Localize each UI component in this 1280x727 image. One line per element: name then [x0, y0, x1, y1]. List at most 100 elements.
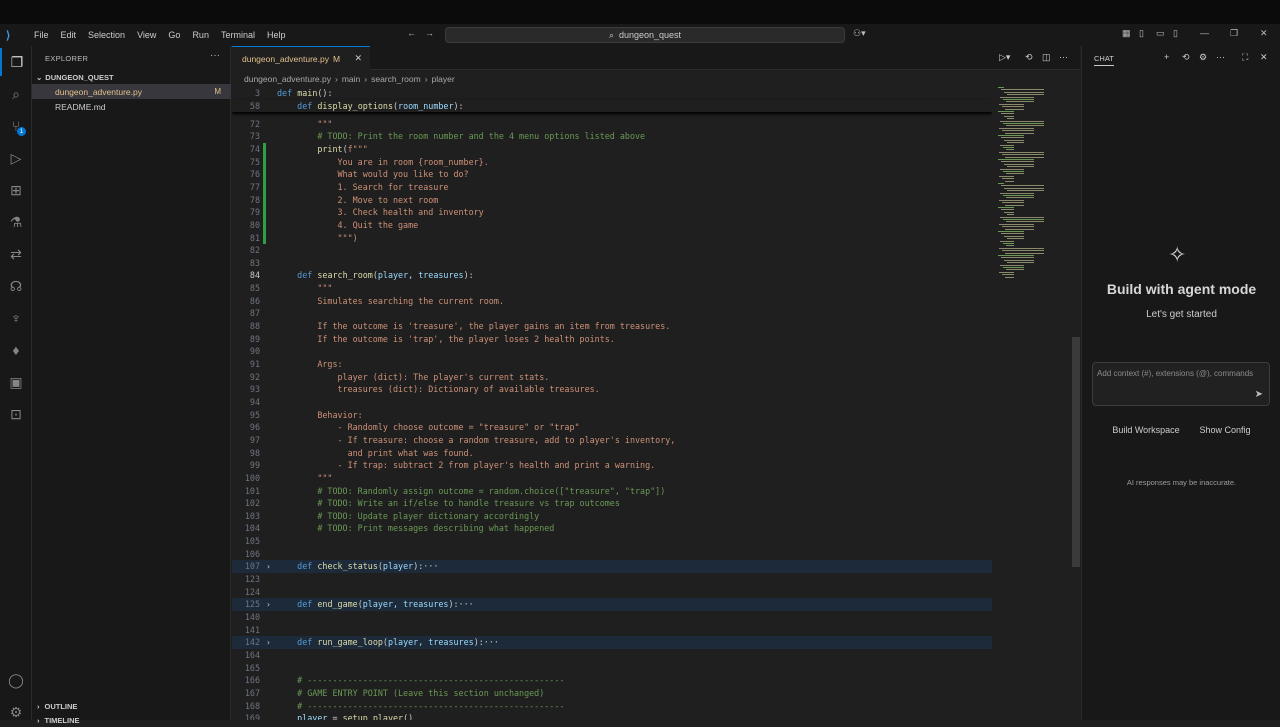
- code-line[interactable]: 87: [232, 307, 992, 320]
- code-line[interactable]: 78 2. Move to next room: [232, 193, 992, 206]
- toggle-sidebar-icon[interactable]: ▯: [1139, 28, 1144, 39]
- sticky-scroll-line[interactable]: 3 def main():: [232, 87, 992, 100]
- scrollbar-thumb[interactable]: [1072, 337, 1080, 567]
- code-line[interactable]: 168 # ----------------------------------…: [232, 699, 992, 712]
- search-activity-icon[interactable]: ⌕: [0, 80, 32, 108]
- code-line[interactable]: 76 What would you like to do?: [232, 167, 992, 181]
- extensions-icon[interactable]: ⊞: [0, 176, 32, 204]
- chat-input[interactable]: [1097, 369, 1267, 378]
- code-line[interactable]: 104 # TODO: Print messages describing wh…: [232, 522, 992, 535]
- sticky-scroll-line[interactable]: 58 def display_options(room_number):: [232, 99, 992, 113]
- code-line[interactable]: 103 # TODO: Update player dictionary acc…: [232, 510, 992, 523]
- command-center-search[interactable]: ⌕ dungeon_quest: [445, 27, 845, 43]
- customize-layout-icon[interactable]: ▦: [1122, 28, 1131, 39]
- code-line[interactable]: 74 print(f""": [232, 142, 992, 156]
- code-line[interactable]: 84 def search_room(player, treasures):: [232, 269, 992, 282]
- build-workspace-button[interactable]: Build Workspace: [1106, 422, 1186, 438]
- run-debug-icon[interactable]: ▷: [0, 144, 32, 172]
- maximize-icon[interactable]: ⛶: [1242, 52, 1248, 63]
- file-row-dungeon-adventure[interactable]: dungeon_adventure.py M: [32, 84, 231, 99]
- forward-arrow-icon[interactable]: →: [425, 28, 434, 38]
- testing-icon[interactable]: ⚗: [0, 208, 32, 236]
- fold-chevron-icon[interactable]: ›: [266, 562, 271, 571]
- code-line[interactable]: 142 › def run_game_loop(player, treasures…: [232, 636, 992, 649]
- tab-dungeon-adventure[interactable]: dungeon_adventure.py M ✕: [232, 46, 370, 70]
- breadcrumb-search-room[interactable]: search_room: [371, 74, 421, 84]
- code-line[interactable]: 90: [232, 345, 992, 358]
- code-line[interactable]: 72 """: [232, 117, 992, 130]
- code-line[interactable]: 123: [232, 573, 992, 586]
- menu-selection[interactable]: Selection: [82, 30, 131, 40]
- account-icon[interactable]: ◯: [0, 666, 32, 694]
- menu-help[interactable]: Help: [261, 30, 292, 40]
- python-icon[interactable]: ♆: [0, 304, 32, 332]
- code-line[interactable]: 91 Args:: [232, 358, 992, 371]
- code-line[interactable]: 80 4. Quit the game: [232, 218, 992, 232]
- code-line[interactable]: 95 Behavior:: [232, 408, 992, 421]
- vertical-scrollbar[interactable]: [1072, 87, 1080, 720]
- chat-input-box[interactable]: ➤: [1092, 362, 1270, 406]
- split-editor-icon[interactable]: ◫: [1042, 52, 1051, 63]
- code-line[interactable]: 165: [232, 661, 992, 674]
- chat-settings-icon[interactable]: ⚙: [1199, 52, 1207, 63]
- timeline-section[interactable]: › TIMELINE: [32, 713, 231, 727]
- show-config-button[interactable]: Show Config: [1194, 422, 1256, 438]
- compare-icon[interactable]: ⟲: [1025, 52, 1033, 63]
- code-line[interactable]: 124: [232, 585, 992, 598]
- code-line[interactable]: 81 """): [232, 231, 992, 244]
- code-line[interactable]: 169 player = setup_player(): [232, 712, 992, 720]
- code-line[interactable]: 92 player (dict): The player's current s…: [232, 370, 992, 383]
- toggle-panel-icon[interactable]: ▭: [1156, 28, 1165, 39]
- close-chat-icon[interactable]: ✕: [1260, 52, 1268, 63]
- code-line[interactable]: 101 # TODO: Randomly assign outcome = ra…: [232, 484, 992, 497]
- minimap[interactable]: [994, 87, 1070, 720]
- send-icon[interactable]: ➤: [1255, 389, 1263, 400]
- code-line[interactable]: 89 If the outcome is 'trap', the player …: [232, 332, 992, 345]
- code-line[interactable]: 164: [232, 649, 992, 662]
- code-line[interactable]: 73 # TODO: Print the room number and the…: [232, 130, 992, 143]
- menu-go[interactable]: Go: [162, 30, 186, 40]
- breadcrumb-main[interactable]: main: [342, 74, 360, 84]
- code-line[interactable]: 88 If the outcome is 'treasure', the pla…: [232, 320, 992, 333]
- mongodb-leaf-icon[interactable]: ♦: [0, 336, 32, 364]
- explorer-icon[interactable]: ❐: [0, 48, 32, 76]
- code-line[interactable]: 79 3. Check health and inventory: [232, 205, 992, 219]
- code-area[interactable]: 3 def main(): 58 def display_options(room_…: [232, 87, 992, 720]
- outline-section[interactable]: › OUTLINE: [32, 699, 231, 713]
- code-line[interactable]: 125 › def end_game(player, treasures):···: [232, 598, 992, 611]
- code-line[interactable]: 99 - If trap: subtract 2 from player's h…: [232, 459, 992, 472]
- copilot-icon[interactable]: ⚇▾: [853, 28, 866, 39]
- code-line[interactable]: 141: [232, 623, 992, 636]
- fold-chevron-icon[interactable]: ›: [266, 600, 271, 609]
- history-icon[interactable]: ⟲: [1182, 52, 1190, 63]
- code-line[interactable]: 102 # TODO: Write an if/else to handle t…: [232, 497, 992, 510]
- code-line[interactable]: 166 # ----------------------------------…: [232, 674, 992, 687]
- close-tab-icon[interactable]: ✕: [354, 53, 362, 64]
- code-line[interactable]: 75 You are in room {room_number}.: [232, 155, 992, 168]
- github-copilot-icon[interactable]: ☊: [0, 272, 32, 300]
- code-line[interactable]: 96 - Randomly choose outcome = "treasure…: [232, 421, 992, 434]
- code-line[interactable]: 100 """: [232, 472, 992, 485]
- menu-edit[interactable]: Edit: [55, 30, 83, 40]
- code-line[interactable]: 140: [232, 611, 992, 624]
- code-line[interactable]: 93 treasures (dict): Dictionary of avail…: [232, 383, 992, 396]
- menu-run[interactable]: Run: [186, 30, 215, 40]
- code-line[interactable]: 85 """: [232, 282, 992, 295]
- data-wrangler-icon[interactable]: ▣: [0, 368, 32, 396]
- close-window-icon[interactable]: ✕: [1260, 28, 1268, 39]
- toggle-secondary-sidebar-icon[interactable]: ▯: [1173, 28, 1178, 39]
- breadcrumb-player[interactable]: player: [432, 74, 455, 84]
- code-line[interactable]: 98 and print what was found.: [232, 446, 992, 459]
- back-arrow-icon[interactable]: ←: [407, 28, 416, 38]
- code-line[interactable]: 86 Simulates searching the current room.: [232, 294, 992, 307]
- more-actions-icon[interactable]: ···: [210, 50, 220, 61]
- code-line[interactable]: 83: [232, 257, 992, 270]
- breadcrumb-file[interactable]: dungeon_adventure.py: [244, 74, 331, 84]
- new-chat-icon[interactable]: +: [1164, 52, 1169, 62]
- code-line[interactable]: 77 1. Search for treasure: [232, 180, 992, 194]
- code-line[interactable]: 82: [232, 244, 992, 257]
- run-file-icon[interactable]: ▷▾: [999, 52, 1010, 63]
- code-line[interactable]: 106: [232, 547, 992, 560]
- file-row-readme[interactable]: README.md: [32, 99, 231, 114]
- source-control-icon[interactable]: ⑂ 1: [0, 112, 32, 140]
